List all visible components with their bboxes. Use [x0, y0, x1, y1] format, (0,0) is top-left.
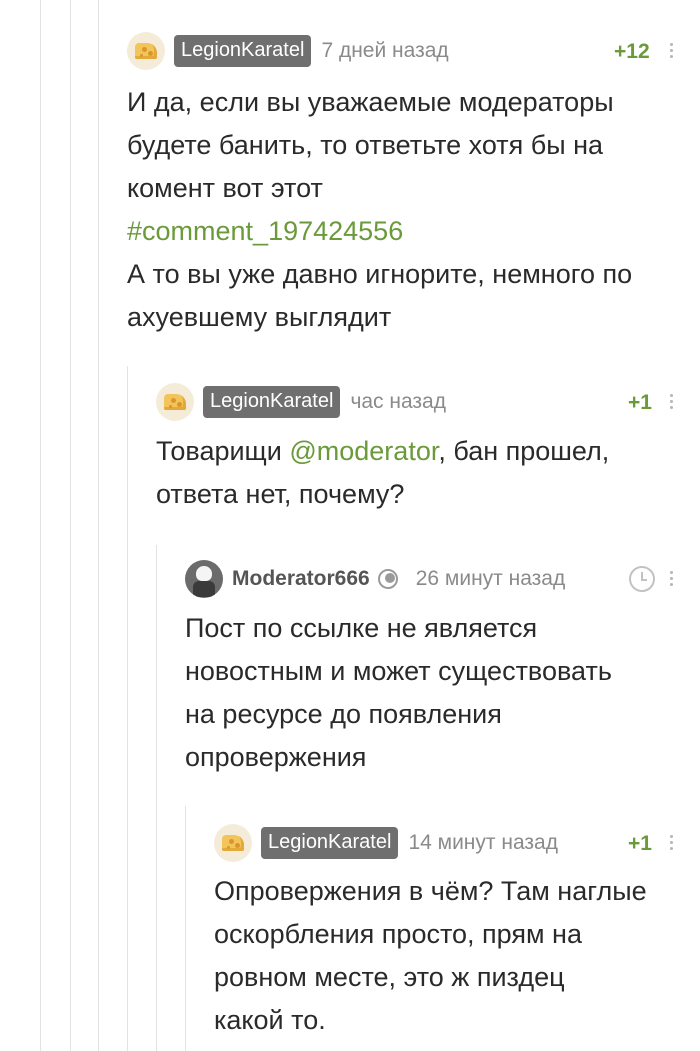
comment-header: LegionKaratel 7 дней назад — [127, 32, 449, 70]
cheese-avatar-icon[interactable] — [214, 824, 252, 862]
comment-line: комент вот этот — [127, 173, 323, 203]
more-menu-icon[interactable] — [670, 43, 674, 61]
thread-line-level-5 — [185, 806, 186, 1051]
comment-line: ахуевшему выглядит — [127, 302, 392, 332]
comment-header: Moderator666 26 минут назад — [185, 560, 565, 598]
thread-line-level-4 — [156, 545, 157, 1051]
comment-body: И да, если вы уважаемые модераторы будет… — [127, 81, 687, 339]
username[interactable]: Moderator666 — [232, 567, 370, 591]
comment-line: ответа нет, почему? — [156, 479, 405, 509]
moderator-avatar-icon[interactable] — [185, 560, 223, 598]
comment-body: Опровержения в чём? Там наглые оскорблен… — [214, 870, 694, 1042]
clock-icon[interactable] — [629, 566, 655, 592]
comment-line: Пост по ссылке не является — [185, 613, 538, 643]
cheese-avatar-icon[interactable] — [156, 383, 194, 421]
comment-text: Товарищи — [156, 436, 290, 466]
comment-line: какой то. — [214, 1005, 326, 1035]
cheese-avatar-icon[interactable] — [127, 32, 165, 70]
comment-time[interactable]: 14 минут назад — [408, 831, 558, 855]
comment-header: LegionKaratel час назад — [156, 383, 446, 421]
comment-line: на ресурсе до появления — [185, 699, 502, 729]
comment-line: новостным и может существовать — [185, 656, 612, 686]
username-badge[interactable]: LegionKaratel — [261, 827, 399, 859]
comment-rating[interactable]: +12 — [614, 40, 650, 64]
comment-time[interactable]: час назад — [350, 390, 446, 414]
comment-line: оскорбления просто, прям на — [214, 919, 582, 949]
comment-anchor-link[interactable]: #comment_197424556 — [127, 210, 687, 253]
comment-body: Товарищи @moderator, бан прошел, ответа … — [156, 430, 686, 516]
comment-line: Опровержения в чём? Там наглые — [214, 876, 647, 906]
more-menu-icon[interactable] — [670, 571, 674, 589]
comment-line: Товарищи @moderator, бан прошел, — [156, 430, 686, 473]
more-menu-icon[interactable] — [670, 394, 674, 412]
comment-header: LegionKaratel 14 минут назад — [214, 824, 558, 862]
thread-line-level-1 — [70, 0, 71, 1051]
thread-line-level-3 — [127, 366, 128, 1051]
comment-line: А то вы уже давно игнорите, немного по — [127, 259, 633, 289]
mention-link[interactable]: @moderator — [289, 436, 438, 466]
comment-time[interactable]: 7 дней назад — [321, 39, 448, 63]
comment-body: Пост по ссылке не является новостным и м… — [185, 607, 685, 779]
comment-line: ровном месте, это ж пиздец — [214, 962, 565, 992]
thread-line-level-0 — [40, 0, 41, 1051]
comment-text: , бан прошел, — [438, 436, 610, 466]
username-badge[interactable]: LegionKaratel — [203, 386, 341, 418]
username-badge[interactable]: LegionKaratel — [174, 35, 312, 67]
comment-rating[interactable]: +1 — [628, 391, 652, 415]
more-menu-icon[interactable] — [670, 835, 674, 853]
comment-line: опровержения — [185, 742, 367, 772]
comment-line: будете банить, то ответьте хотя бы на — [127, 130, 604, 160]
comment-line: И да, если вы уважаемые модераторы — [127, 87, 614, 117]
comment-rating[interactable]: +1 — [628, 832, 652, 856]
moderator-badge-icon — [377, 569, 398, 589]
comment-time[interactable]: 26 минут назад — [416, 567, 566, 591]
thread-line-level-2 — [98, 0, 99, 1051]
